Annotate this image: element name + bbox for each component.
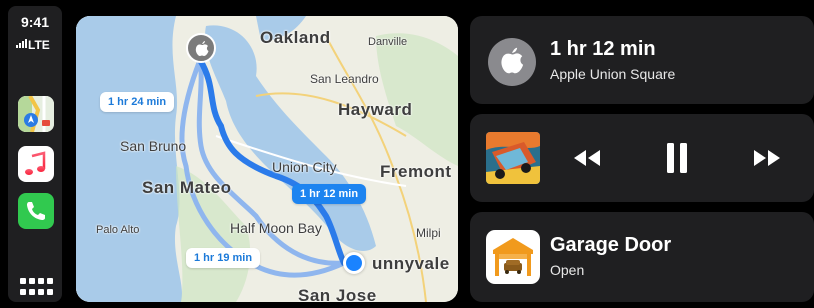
music-app-button[interactable]	[18, 146, 54, 182]
map-label-danville: Danville	[368, 36, 408, 48]
map-label-san-mateo: San Mateo	[142, 178, 232, 197]
map-label-union-city: Union City	[272, 159, 337, 175]
route-option-3[interactable]: 1 hr 19 min	[186, 248, 261, 268]
destination-pin-icon[interactable]	[186, 33, 216, 63]
garage-door-widget[interactable]: Garage Door Open	[470, 212, 814, 302]
pause-button[interactable]	[660, 142, 694, 174]
map-label-hayward: Hayward	[338, 100, 413, 119]
map-label-sunnyvale: unnyvale	[372, 254, 450, 273]
rewind-button[interactable]	[570, 142, 604, 174]
eta-text: 1 hr 12 min	[550, 38, 656, 60]
map-label-san-jose: San Jose	[298, 286, 377, 302]
apple-logo-icon	[501, 47, 524, 74]
pause-icon	[667, 143, 687, 173]
map-view[interactable]: Oakland Danville San Leandro Hayward San…	[76, 16, 458, 302]
phone-icon	[27, 202, 45, 220]
map-label-fremont: Fremont	[380, 162, 452, 181]
garage-status: Open	[550, 262, 585, 278]
rewind-icon	[574, 150, 600, 166]
fast-forward-icon	[754, 150, 780, 166]
status-dock-rail: 9:41 LTE	[8, 6, 62, 302]
garage-door-icon	[493, 238, 533, 276]
route-option-2[interactable]: 1 hr 12 min	[292, 184, 367, 204]
signal-strength-icon	[16, 39, 27, 48]
map-label-san-leandro: San Leandro	[310, 72, 379, 86]
route-option-1[interactable]: 1 hr 24 min	[100, 92, 175, 112]
garage-title: Garage Door	[550, 234, 672, 256]
album-art-image	[486, 132, 540, 184]
navigation-widget[interactable]: 1 hr 12 min Apple Union Square	[470, 16, 814, 104]
network-type: LTE	[28, 38, 50, 52]
map-label-milpitas: Milpi	[416, 226, 441, 240]
destination-icon	[488, 38, 536, 86]
maps-icon	[18, 96, 54, 132]
clock: 9:41	[20, 14, 50, 30]
garage-icon	[486, 230, 540, 284]
map-label-half-moon-bay: Palo Alto	[96, 224, 140, 236]
now-playing-widget	[470, 114, 814, 202]
map-label-palo-alto: Half Moon Bay	[230, 220, 322, 236]
app-grid-icon[interactable]	[20, 278, 53, 300]
fast-forward-button[interactable]	[750, 142, 784, 174]
map-label-san-bruno: San Bruno	[120, 138, 187, 154]
maps-app-button[interactable]	[18, 96, 54, 132]
music-icon	[25, 151, 46, 175]
current-location-icon	[343, 252, 365, 274]
phone-app-button[interactable]	[18, 193, 54, 229]
apple-logo-icon	[195, 41, 209, 56]
album-art[interactable]	[486, 132, 540, 184]
map-label-oakland: Oakland	[260, 28, 331, 47]
destination-name: Apple Union Square	[550, 66, 676, 82]
